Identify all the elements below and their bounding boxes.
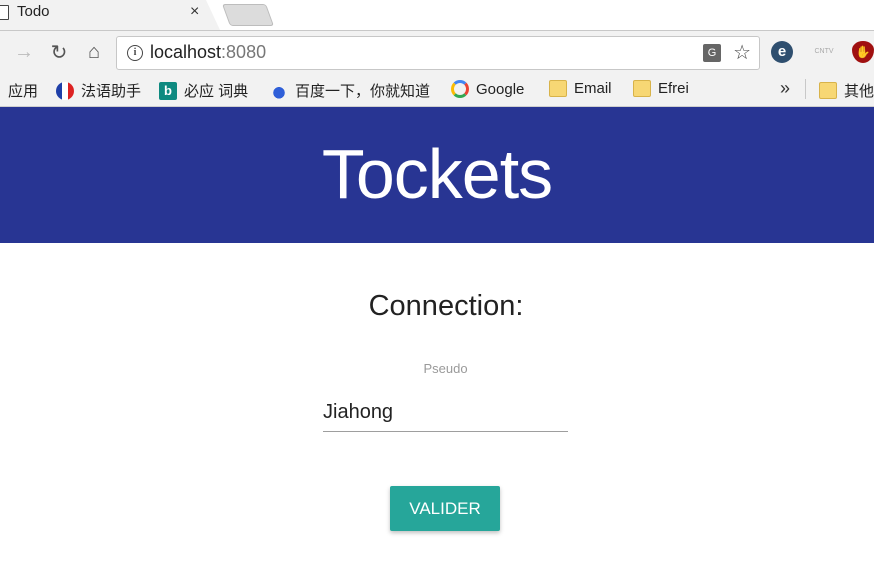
header-banner: Tockets [0,107,874,243]
bookmark-fayu[interactable]: 法语助手 [56,80,141,101]
close-tab-icon[interactable]: × [190,3,199,21]
folder-icon [549,80,567,97]
page-icon [0,5,9,20]
app-title: Tockets [321,135,553,213]
baidu-paw-icon [270,81,288,100]
french-flag-icon [56,81,74,100]
connection-heading: Connection: [368,290,524,322]
pseudo-input[interactable] [323,393,568,432]
bookmark-email[interactable]: Email [549,80,612,97]
tab-strip: Todo × [0,0,874,31]
folder-icon [633,80,651,97]
new-tab-button[interactable] [221,4,275,26]
bookmark-other[interactable]: 其他 [819,80,874,101]
browser-tab[interactable]: Todo × [0,0,220,30]
reload-icon[interactable]: ↻ [47,40,71,64]
cctv-extension-icon[interactable]: CNTV [812,41,836,63]
translate-icon[interactable]: G [703,44,721,62]
google-icon [451,80,469,98]
bookmark-efrei[interactable]: Efrei [633,80,689,97]
url-text[interactable]: localhost:8080 [150,42,266,63]
address-bar[interactable]: i localhost:8080 G ☆ [116,36,760,70]
browser-toolbar: → ↻ ⌂ i localhost:8080 G ☆ e CNTV ✋ [0,31,874,73]
bookmark-baidu[interactable]: 百度一下，你就知道 [270,80,430,101]
bookmarks-divider [805,79,806,99]
more-bookmarks-icon[interactable]: » [780,78,790,99]
info-icon[interactable]: i [127,45,143,61]
validate-button[interactable]: VALIDER [390,486,500,531]
bookmark-biying[interactable]: b 必应 词典 [159,80,248,101]
bookmark-star-icon[interactable]: ☆ [733,40,751,65]
home-icon[interactable]: ⌂ [82,40,106,64]
bing-icon: b [159,81,177,100]
pseudo-label: Pseudo [423,361,468,376]
bookmark-google[interactable]: Google [451,80,524,98]
tab-title: Todo [17,3,50,20]
folder-icon [819,82,837,99]
forward-icon[interactable]: → [12,40,36,64]
bookmark-apps[interactable]: 应用 [8,80,38,101]
ie-tab-extension-icon[interactable]: e [771,41,793,63]
shield-extension-icon[interactable]: ✋ [852,41,874,63]
bookmarks-bar: 应用 法语助手 b 必应 词典 百度一下，你就知道 Google Email Ef… [0,73,874,107]
